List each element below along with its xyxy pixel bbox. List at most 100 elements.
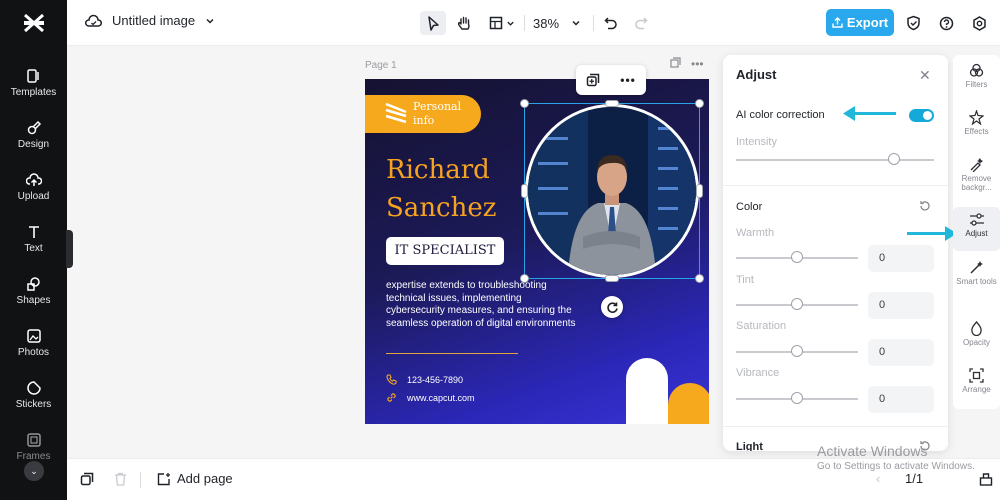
shapes-icon	[26, 277, 40, 291]
resize-handle[interactable]	[605, 100, 619, 107]
page-label: Page 1	[365, 60, 397, 71]
toolbar-separator	[524, 15, 525, 31]
warmth-value-input[interactable]: 0	[868, 245, 934, 272]
intensity-label: Intensity	[736, 136, 777, 148]
chevron-down-icon	[206, 18, 214, 24]
person-first-name: Richard	[386, 155, 490, 185]
website-url: www.capcut.com	[407, 392, 475, 403]
avatar[interactable]: ⌄	[24, 461, 44, 481]
vibrance-slider-thumb[interactable]	[791, 392, 803, 404]
capcut-logo-icon[interactable]	[22, 12, 46, 34]
warmth-slider-thumb[interactable]	[791, 251, 803, 263]
rail-item-shapes[interactable]: Shapes	[0, 276, 67, 320]
export-button[interactable]: Export	[826, 9, 894, 36]
effects-icon	[969, 110, 984, 125]
watermark-line-2: Go to Settings to activate Windows.	[817, 461, 975, 472]
duplicate-page-icon[interactable]	[80, 472, 94, 486]
color-section-title: Color	[736, 201, 763, 213]
ai-color-correction-toggle[interactable]	[909, 109, 934, 122]
vibrance-label: Vibrance	[736, 367, 780, 379]
divider-line	[386, 353, 518, 354]
person-last-name: Sanchez	[386, 193, 497, 223]
design-icon	[27, 120, 41, 135]
more-icon[interactable]: •••	[691, 57, 704, 71]
rail-label-smart-tools: Smart tools	[956, 277, 997, 286]
document-title-area[interactable]: Untitled image	[85, 13, 215, 28]
selection-box[interactable]	[524, 103, 700, 279]
resize-handle[interactable]	[520, 99, 529, 108]
resize-handle[interactable]	[520, 274, 529, 283]
tint-label: Tint	[736, 274, 754, 286]
tint-value-input[interactable]: 0	[868, 292, 934, 319]
trash-icon[interactable]	[114, 472, 127, 486]
right-rail: Filters Effects Remove backgr... Adjust …	[953, 55, 1000, 409]
rail-item-arrange[interactable]: Arrange	[953, 368, 1000, 408]
more-options-icon[interactable]: •••	[620, 73, 636, 87]
layout-tool[interactable]	[485, 11, 519, 35]
rail-label-filters: Filters	[965, 80, 988, 89]
activation-watermark: Activate Windows Go to Settings to activ…	[817, 443, 975, 472]
section-divider	[723, 185, 948, 186]
export-icon	[832, 17, 843, 28]
rail-item-photos[interactable]: Photos	[0, 328, 67, 372]
rail-label-upload: Upload	[17, 191, 50, 202]
cloud-sync-icon	[85, 14, 102, 27]
close-icon[interactable]: ✕	[919, 67, 931, 84]
help-button[interactable]	[936, 11, 956, 35]
saturation-value-input[interactable]: 0	[868, 339, 934, 366]
hand-icon	[457, 16, 470, 30]
resize-handle[interactable]	[696, 184, 703, 198]
rail-label-stickers: Stickers	[15, 399, 52, 410]
vibrance-value-input[interactable]: 0	[868, 386, 934, 413]
settings-button[interactable]	[969, 11, 989, 35]
rail-item-opacity[interactable]: Opacity	[953, 321, 1000, 361]
rail-item-text[interactable]: Text	[0, 224, 67, 268]
rail-item-remove-background[interactable]: Remove backgr...	[953, 157, 1000, 201]
hand-tool[interactable]	[451, 11, 477, 35]
adjust-icon	[969, 213, 984, 226]
rotate-handle[interactable]	[601, 296, 623, 318]
add-page-button[interactable]: Add page	[157, 471, 233, 486]
select-tool[interactable]	[420, 11, 446, 35]
tint-slider-thumb[interactable]	[791, 298, 803, 310]
page-tools: •••	[670, 57, 704, 71]
intensity-slider-track[interactable]	[736, 159, 934, 161]
duplicate-icon[interactable]	[586, 73, 600, 87]
resize-handle[interactable]	[605, 275, 619, 282]
rail-item-effects[interactable]: Effects	[953, 110, 1000, 150]
top-bar: Untitled image 38% Export	[67, 0, 1000, 46]
saturation-label: Saturation	[736, 320, 787, 332]
rail-item-templates[interactable]: Templates	[0, 68, 67, 112]
shield-button[interactable]	[903, 11, 923, 35]
rail-label-shapes: Shapes	[16, 295, 51, 306]
duplicate-page-icon[interactable]	[670, 57, 681, 68]
rail-item-adjust[interactable]: Adjust	[953, 207, 1000, 251]
rail-item-smart-tools[interactable]: Smart tools	[953, 260, 1000, 306]
rail-label-effects: Effects	[964, 127, 989, 136]
prev-page-icon[interactable]: ‹	[876, 471, 880, 486]
decorative-orange-arch	[668, 383, 709, 424]
section-divider	[723, 426, 948, 427]
resize-handle[interactable]	[695, 99, 704, 108]
pages-panel-icon[interactable]	[979, 472, 993, 486]
rail-item-filters[interactable]: Filters	[953, 63, 1000, 103]
opacity-icon	[971, 321, 982, 336]
rail-item-stickers[interactable]: Stickers	[0, 380, 67, 424]
undo-button[interactable]	[601, 11, 621, 35]
decorative-white-arch	[626, 358, 668, 424]
intensity-slider-thumb[interactable]	[888, 153, 901, 165]
redo-button[interactable]	[631, 11, 651, 35]
rail-item-upload[interactable]: Upload	[0, 172, 67, 216]
resize-handle[interactable]	[695, 274, 704, 283]
saturation-slider-thumb[interactable]	[791, 345, 803, 357]
reset-icon[interactable]	[919, 200, 931, 212]
rail-collapse-handle[interactable]	[66, 230, 73, 268]
rail-label-text: Text	[24, 243, 43, 254]
phone-number: 123-456-7890	[407, 374, 464, 385]
zoom-dropdown[interactable]: 38%	[531, 11, 583, 35]
rail-label-remove-background: Remove backgr...	[961, 174, 992, 192]
document-title[interactable]: Untitled image	[112, 13, 195, 28]
resize-handle[interactable]	[521, 184, 528, 198]
undo-icon	[604, 17, 617, 30]
rail-item-design[interactable]: Design	[0, 120, 67, 164]
